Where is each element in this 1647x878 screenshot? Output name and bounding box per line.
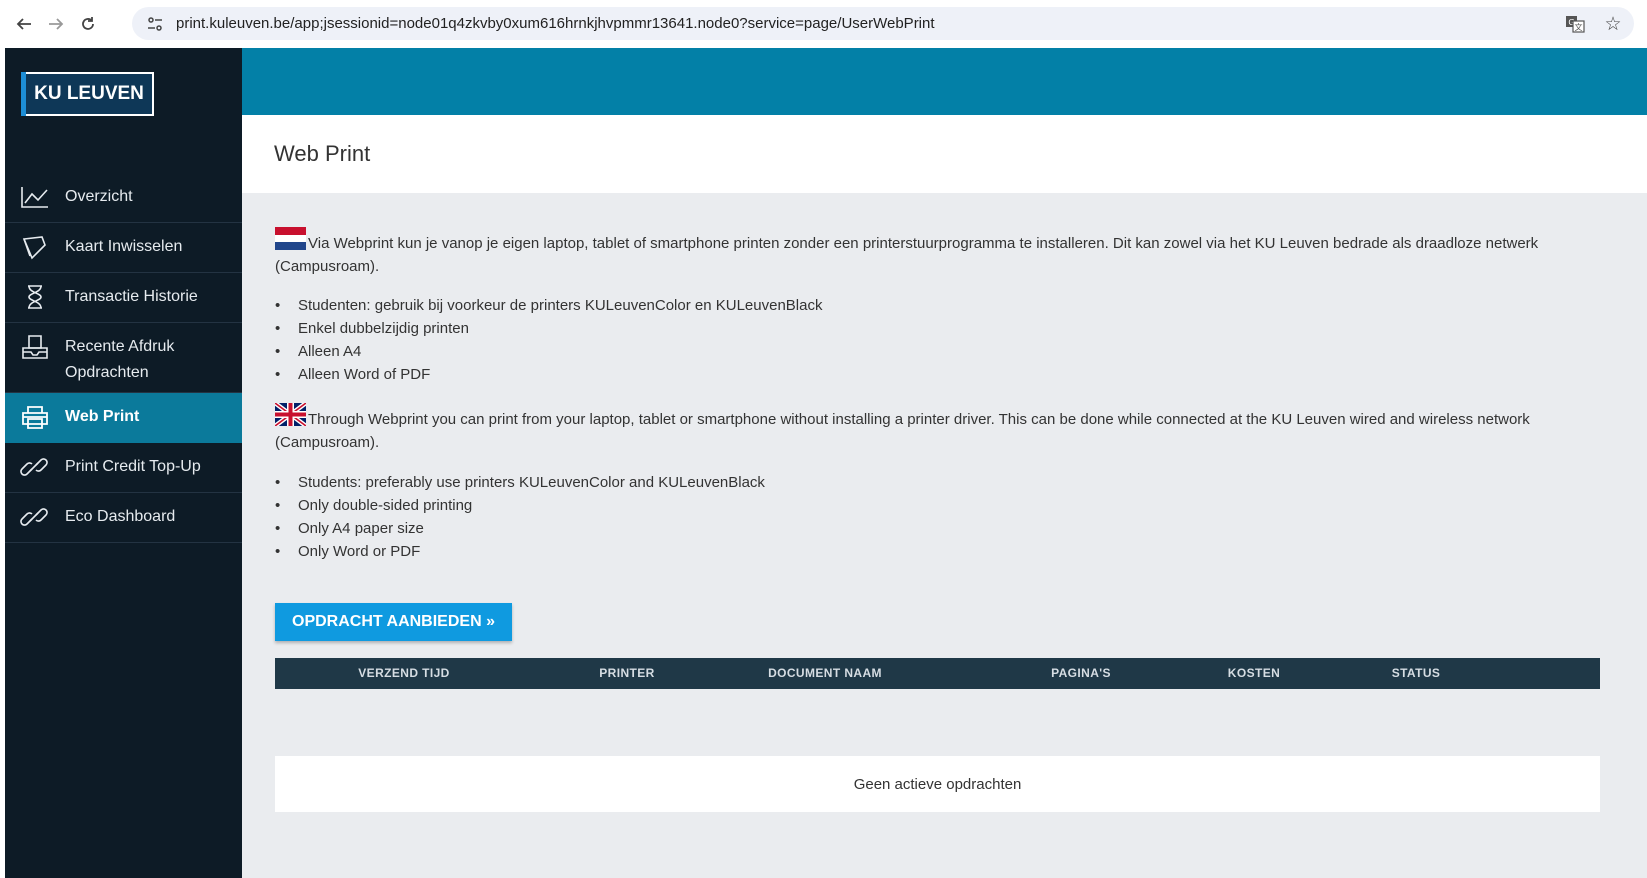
sidebar: KU LEUVEN Overzicht Kaart Inwisselen Tra… <box>5 48 242 878</box>
sidebar-item-label: Web Print <box>65 408 140 425</box>
sidebar-item-label: Transactie Historie <box>65 288 198 305</box>
bookmark-star-icon[interactable]: ☆ <box>1602 13 1624 35</box>
english-intro-text: Through Webprint you can print from your… <box>275 411 1530 451</box>
empty-table-message: Geen actieve opdrachten <box>275 756 1600 812</box>
list-item: Studenten: gebruik bij voorkeur de print… <box>275 294 822 317</box>
site-settings-icon[interactable] <box>146 15 164 33</box>
print-tray-icon <box>22 335 48 359</box>
list-item: Only A4 paper size <box>275 517 765 540</box>
column-header-printer[interactable]: PRINTER <box>599 658 654 689</box>
sidebar-item-label: Print Credit Top-Up <box>65 458 201 475</box>
column-header-paginas[interactable]: PAGINA'S <box>1051 658 1111 689</box>
column-header-status[interactable]: STATUS <box>1392 658 1441 689</box>
column-header-kosten[interactable]: KOSTEN <box>1228 658 1280 689</box>
sidebar-item-recente-afdruk-opdrachten[interactable]: Recente Afdruk Opdrachten <box>5 323 242 393</box>
sidebar-item-overzicht[interactable]: Overzicht <box>5 173 242 223</box>
list-item: Enkel dubbelzijdig printen <box>275 317 822 340</box>
link-icon <box>20 508 48 526</box>
uk-flag-icon <box>275 403 306 426</box>
link-icon <box>20 458 48 476</box>
back-arrow-icon[interactable] <box>12 12 36 36</box>
sidebar-item-web-print[interactable]: Web Print <box>5 393 242 443</box>
dutch-flag-icon <box>275 227 306 250</box>
page-title-bar: Web Print <box>242 115 1647 193</box>
sidebar-item-label: Recente Afdruk Opdrachten <box>65 334 174 386</box>
chart-line-icon <box>21 187 48 208</box>
list-item: Students: preferably use printers KULeuv… <box>275 471 765 494</box>
reload-icon[interactable] <box>76 12 100 36</box>
english-intro: Through Webprint you can print from your… <box>275 403 1605 454</box>
dutch-rules-list: Studenten: gebruik bij voorkeur de print… <box>275 294 822 386</box>
svg-text:文: 文 <box>1575 22 1583 32</box>
card-icon <box>22 236 46 260</box>
submit-job-button[interactable]: OPDRACHT AANBIEDEN » <box>275 603 512 641</box>
dutch-intro-text: Via Webprint kun je vanop je eigen lapto… <box>275 235 1539 275</box>
sidebar-item-kaart-inwisselen[interactable]: Kaart Inwisselen <box>5 223 242 273</box>
sidebar-item-transactie-historie[interactable]: Transactie Historie <box>5 273 242 323</box>
main-content: Via Webprint kun je vanop je eigen lapto… <box>242 193 1647 878</box>
list-item: Alleen A4 <box>275 340 822 363</box>
sidebar-item-label: Overzicht <box>65 188 133 205</box>
translate-icon[interactable]: G文 <box>1564 13 1586 35</box>
list-item: Only double-sided printing <box>275 494 765 517</box>
url-text[interactable]: print.kuleuven.be/app;jsessionid=node01q… <box>176 15 935 32</box>
hourglass-icon <box>28 285 42 309</box>
sidebar-item-label-line2: Opdrachten <box>65 364 149 381</box>
column-header-document-naam[interactable]: DOCUMENT NAAM <box>768 658 882 689</box>
english-rules-list: Students: preferably use printers KULeuv… <box>275 471 765 563</box>
jobs-table-header: VERZEND TIJD PRINTER DOCUMENT NAAM PAGIN… <box>275 658 1600 689</box>
address-bar[interactable]: print.kuleuven.be/app;jsessionid=node01q… <box>132 7 1634 40</box>
list-item: Alleen Word of PDF <box>275 363 822 386</box>
ku-leuven-logo[interactable]: KU LEUVEN <box>21 72 154 116</box>
sidebar-item-label: Kaart Inwisselen <box>65 238 183 255</box>
sidebar-item-label-line1: Recente Afdruk <box>65 338 175 355</box>
sidebar-item-eco-dashboard[interactable]: Eco Dashboard <box>5 493 242 543</box>
logo-text: KU LEUVEN <box>26 74 152 114</box>
top-header-bar <box>242 48 1647 115</box>
sidebar-menu: Overzicht Kaart Inwisselen Transactie Hi… <box>5 173 242 543</box>
dutch-intro: Via Webprint kun je vanop je eigen lapto… <box>275 227 1605 278</box>
column-header-verzend-tijd[interactable]: VERZEND TIJD <box>358 658 449 689</box>
forward-arrow-icon[interactable] <box>44 12 68 36</box>
list-item: Only Word or PDF <box>275 540 765 563</box>
sidebar-item-print-credit-top-up[interactable]: Print Credit Top-Up <box>5 443 242 493</box>
browser-toolbar: print.kuleuven.be/app;jsessionid=node01q… <box>0 0 1647 48</box>
printer-icon <box>22 406 48 429</box>
page-title: Web Print <box>274 141 371 166</box>
sidebar-item-label: Eco Dashboard <box>65 508 176 525</box>
